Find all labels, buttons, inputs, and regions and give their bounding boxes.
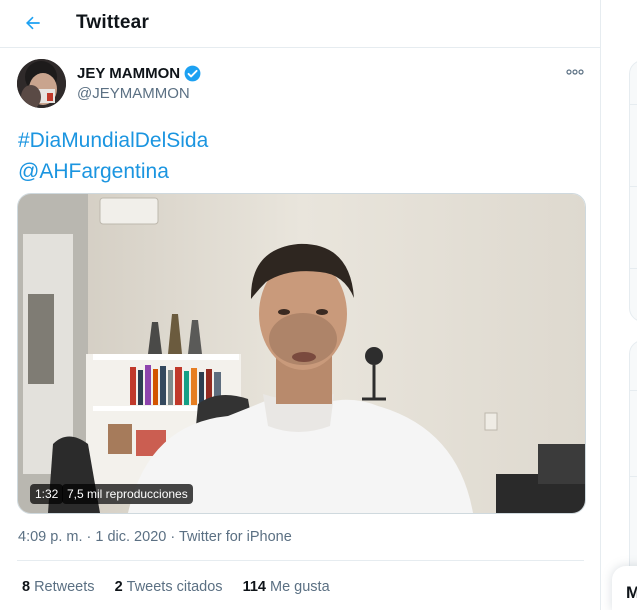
tweet-column: Twittear JEY MAMMON @JEYMAMMON #DiaMundi… [0, 0, 601, 610]
author-name[interactable]: JEY MAMMON [77, 65, 180, 82]
back-button[interactable] [16, 6, 50, 40]
messages-drawer[interactable]: M [612, 566, 637, 610]
tweet-source-link[interactable]: Twitter for iPhone [179, 529, 292, 545]
video-player[interactable]: 1:32 7,5 mil reproducciones [17, 193, 586, 514]
more-options-button[interactable] [563, 62, 587, 82]
arrow-left-icon [26, 16, 40, 30]
retweets-stat[interactable]: 8 Retweets [22, 579, 95, 595]
sidebar-divider [630, 390, 637, 391]
video-duration: 1:32 [30, 484, 64, 504]
mention-link[interactable]: @AHFargentina [18, 156, 208, 187]
quote-tweets-stat[interactable]: 2 Tweets citados [115, 579, 223, 595]
more-horizontal-icon [566, 69, 584, 75]
header: Twittear [0, 0, 600, 48]
messages-drawer-label: M [626, 583, 637, 602]
video-frame [18, 194, 585, 513]
avatar[interactable] [17, 59, 66, 108]
sidebar-divider [630, 268, 637, 269]
hashtag-link[interactable]: #DiaMundialDelSida [18, 125, 208, 156]
sidebar-divider [630, 104, 637, 105]
sidebar-card [629, 340, 637, 582]
tweet-time-link[interactable]: 4:09 p. m. · 1 dic. 2020 [18, 529, 166, 545]
engagement-stats: 8 Retweets 2 Tweets citados 114 Me gusta [22, 579, 346, 595]
divider [17, 560, 584, 561]
page-title: Twittear [76, 12, 150, 33]
verified-badge-icon [184, 65, 201, 82]
timestamp-row: 4:09 p. m. · 1 dic. 2020 · Twitter for i… [18, 529, 292, 545]
likes-stat[interactable]: 114 Me gusta [243, 579, 330, 595]
sidebar-divider [630, 476, 637, 477]
tweet-text: #DiaMundialDelSida @AHFargentina [18, 125, 208, 187]
author-handle[interactable]: @JEYMAMMON [77, 85, 190, 102]
video-views: 7,5 mil reproducciones [62, 484, 193, 504]
sidebar-divider [630, 186, 637, 187]
sidebar-card [629, 60, 637, 322]
